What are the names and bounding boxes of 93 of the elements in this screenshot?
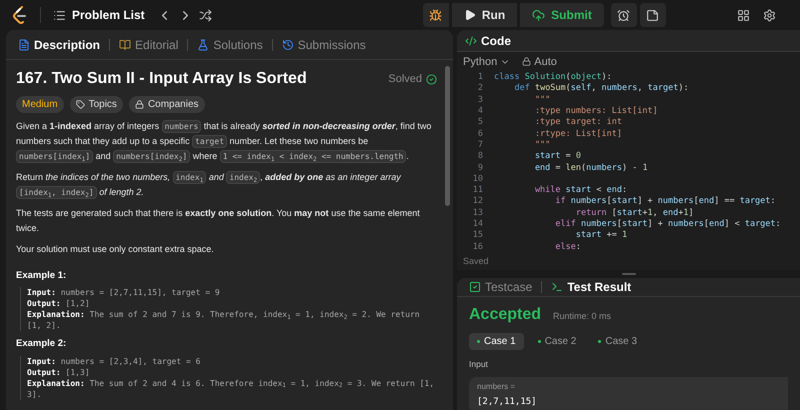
bug-icon [429, 8, 442, 22]
panel-tab[interactable]: Editorial [115, 36, 182, 54]
auto-mode-label: Auto [522, 54, 557, 70]
runtime-text: Runtime: 0 ms [553, 310, 612, 323]
example-line: Input: numbers = [2,3,4], target = 6 [27, 356, 202, 366]
code-line: :type numbers: List[int] [534, 106, 658, 118]
logo-icon[interactable] [12, 6, 28, 24]
timer-button[interactable] [610, 3, 637, 27]
line-number: 8 [476, 151, 483, 163]
settings-icon[interactable] [763, 8, 776, 22]
description-paragraph: Return the indices of the two numbers, index$_{1}$ and index$_{2}$ , added by one as an integer array [index$_{1}$, index$_{2}$] of length 2. [16, 170, 402, 200]
shuffle-icon[interactable] [198, 8, 212, 22]
history-icon [282, 38, 294, 50]
line-number: 9 [476, 162, 483, 174]
code-tab[interactable]: Code [465, 32, 511, 50]
tag-button[interactable]: Topics [70, 96, 123, 113]
lock-icon [134, 100, 144, 109]
line-number: 6 [476, 128, 483, 140]
problem-list-button[interactable]: Problem List [53, 6, 145, 24]
example-heading: Example 2: [16, 337, 68, 352]
line-number: 7 [476, 140, 483, 152]
upload-icon [532, 8, 546, 22]
line-number: 3 [476, 94, 483, 106]
panel-tab[interactable]: Solutions [193, 36, 267, 54]
lock-icon [522, 57, 532, 66]
document-icon [18, 38, 30, 50]
difficulty-badge: Medium [16, 96, 64, 113]
code-icon [465, 34, 477, 47]
panel-tab[interactable]: Submissions [278, 36, 370, 54]
example-line: Explanation: The sum of 2 and 4 is 6. Therefore index$_{1}$ = 1, index$_{2}$ = 3. We return [1, 3]. [27, 378, 436, 400]
code-line: elif numbers[start] + numbers[end] < target: [554, 219, 781, 230]
play-icon [464, 9, 476, 21]
code-line: end = len(numbers) - 1 [534, 162, 648, 174]
example-line: Input: numbers = [2,7,11,15], target = 9 [27, 287, 221, 298]
description-paragraph: Your solution must use only constant extra space. [16, 243, 215, 256]
parameter-value: [2,7,11,15] [477, 396, 538, 409]
submit-button[interactable]: Submit [520, 3, 604, 27]
line-number: 4 [476, 106, 483, 118]
code-line: class Solution(object): [494, 72, 612, 84]
example-heading: Example 1: [16, 269, 68, 283]
code-line: def twoSum(self, numbers, target): [513, 83, 689, 95]
language-dropdown[interactable]: Python [463, 54, 510, 70]
code-line: while start < end: [534, 185, 628, 196]
line-number: 15 [472, 230, 483, 242]
terminal-icon [551, 281, 564, 293]
code-line: else: [554, 242, 582, 253]
tag-icon [76, 100, 85, 109]
description-paragraph: The tests are generated such that there is exactly one solution. You may not use the same element twice. [16, 207, 421, 235]
code-line: if numbers[start] + numbers[end] == target: [554, 196, 776, 208]
panel-tab[interactable]: Description [14, 36, 104, 54]
alarm-clock-icon [617, 8, 630, 22]
input-heading: Input [469, 358, 489, 371]
code-line: """ [534, 94, 550, 106]
code-line: return [start+1, end+1] [574, 208, 694, 220]
example-line: Output: [1,2] [27, 298, 91, 310]
debug-button[interactable] [422, 3, 449, 27]
line-number: 11 [472, 185, 483, 196]
line-number: 12 [472, 196, 483, 208]
case-tab[interactable]: Case 3 [590, 333, 646, 350]
line-number: 14 [472, 219, 483, 230]
checkbox-icon [469, 281, 481, 293]
code-line: :rtype: List[int] [534, 128, 622, 140]
line-number: 10 [472, 174, 483, 186]
solved-status: Solved [388, 72, 422, 87]
note-icon [646, 8, 660, 22]
code-line: start = 0 [534, 151, 582, 163]
tag-button[interactable]: Companies [128, 96, 205, 113]
panel-tab[interactable]: Test Result [547, 278, 636, 296]
flask-icon [197, 38, 210, 50]
verdict-text: Accepted [469, 305, 542, 325]
run-button[interactable]: Run [452, 3, 518, 27]
code-line: :type target: int [534, 117, 622, 129]
line-number: 13 [472, 208, 483, 220]
problem-title: 167. Two Sum II - Input Array Is Sorted [16, 69, 307, 89]
code-line: """ [534, 140, 550, 152]
line-number: 5 [476, 117, 483, 129]
example-line: Explanation: The sum of 2 and 7 is 9. Therefore, index$_{1}$ = 1, index$_{2}$ = 2. We return [1, 2]. [27, 309, 421, 332]
example-line: Output: [1,3] [27, 366, 91, 378]
line-number: 1 [476, 72, 483, 84]
line-number: 2 [476, 83, 483, 95]
panel-tab[interactable]: Testcase [465, 278, 536, 296]
case-tab[interactable]: Case 2 [530, 333, 584, 350]
code-line: start += 1 [574, 230, 628, 242]
list-icon [53, 8, 66, 22]
book-icon [119, 38, 132, 50]
note-button[interactable] [640, 3, 666, 27]
saved-status: Saved [463, 254, 489, 268]
parameter-name: numbers = [477, 380, 516, 393]
line-number: 16 [472, 242, 483, 253]
case-tab[interactable]: Case 1 [469, 333, 524, 350]
layout-icon[interactable] [737, 8, 750, 22]
description-paragraph: Given a 1-indexed array of integers numbers that is already sorted in non-decreasing order, find two numbers such that they add up to a specific target number. Let these two numbers be numbers[index$_{1}$] and numbers[index$_{2}$] where 1 <= index$_{1}$ < index$_{2}$ <= numbers.length . [16, 119, 432, 164]
check-icon [426, 74, 437, 84]
